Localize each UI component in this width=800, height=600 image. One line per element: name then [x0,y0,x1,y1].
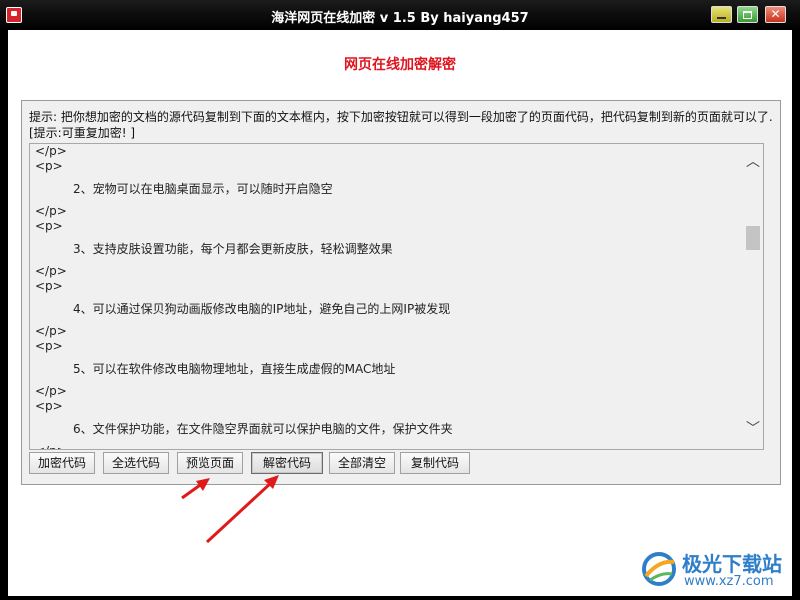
code-tag-line: </p> [35,444,737,449]
window-frame-right [792,30,800,600]
watermark: 极光下载站 www.xz7.com [638,546,798,594]
encrypt-button[interactable]: 加密代码 [29,452,95,474]
minimize-button[interactable] [711,6,732,23]
window-frame-bottom [0,596,800,600]
code-content[interactable]: </p> <p> 2、宠物可以在电脑桌面显示，可以随时开启隐空 </p> <p> 3、支持… [35,144,737,449]
code-text-line: 5、可以在软件修改电脑物理地址，直接生成虚假的MAC地址 [73,362,396,376]
code-tag-line: </p> [35,324,67,338]
code-textarea[interactable]: </p> <p> 2、宠物可以在电脑桌面显示，可以随时开启隐空 </p> <p> 3、支持… [29,143,764,450]
code-tag-line: <p> [35,279,63,293]
watermark-logo-icon [642,552,676,586]
watermark-name: 极光下载站 [682,552,782,576]
code-tag-line: <p> [35,159,63,173]
code-text-line: 6、文件保护功能，在文件隐空界面就可以保护电脑的文件，保护文件夹 [73,422,453,436]
code-tag-line: <p> [35,339,63,353]
clear-all-button[interactable]: 全部清空 [329,452,395,474]
copy-button[interactable]: 复制代码 [400,452,470,474]
hint-text: 提示: 把你想加密的文档的源代码复制到下面的文本框内，按下加密按钮就可以得到一段… [29,110,773,140]
window-title: 海洋网页在线加密 v 1.5 By haiyang457 [271,11,529,26]
client-area: 网页在线加密解密 提示: 把你想加密的文档的源代码复制到下面的文本框内，按下加密… [8,30,792,596]
scroll-up-icon[interactable]: ︿ [745,154,761,170]
code-tag-line: </p> [35,384,67,398]
page-heading: 网页在线加密解密 [344,57,456,73]
code-text-line: 3、支持皮肤设置功能，每个月都会更新皮肤，轻松调整效果 [73,242,393,256]
decrypt-button[interactable]: 解密代码 [251,452,323,474]
close-button[interactable]: ✕ [765,6,786,23]
code-tag-line: </p> [35,264,67,278]
code-tag-line: </p> [35,144,67,158]
close-icon: ✕ [770,7,781,21]
title-bar: 海洋网页在线加密 v 1.5 By haiyang457 ✕ [0,0,800,30]
code-tag-line: <p> [35,219,63,233]
code-tag-line: <p> [35,399,63,413]
main-panel: 提示: 把你想加密的文档的源代码复制到下面的文本框内，按下加密按钮就可以得到一段… [21,100,781,485]
maximize-button[interactable] [737,6,758,23]
code-text-line: 4、可以通过保贝狗动画版修改电脑的IP地址，避免自己的上网IP被发现 [73,302,451,316]
select-all-button[interactable]: 全选代码 [103,452,169,474]
vertical-scrollbar[interactable]: ︿ ﹀ [743,144,763,449]
code-tag-line: </p> [35,204,67,218]
scroll-thumb[interactable] [746,226,760,250]
watermark-url: www.xz7.com [684,574,774,589]
code-text-line: 2、宠物可以在电脑桌面显示，可以随时开启隐空 [73,182,333,196]
scroll-down-icon[interactable]: ﹀ [745,421,761,437]
window-frame-left [0,30,8,600]
preview-button[interactable]: 预览页面 [177,452,243,474]
